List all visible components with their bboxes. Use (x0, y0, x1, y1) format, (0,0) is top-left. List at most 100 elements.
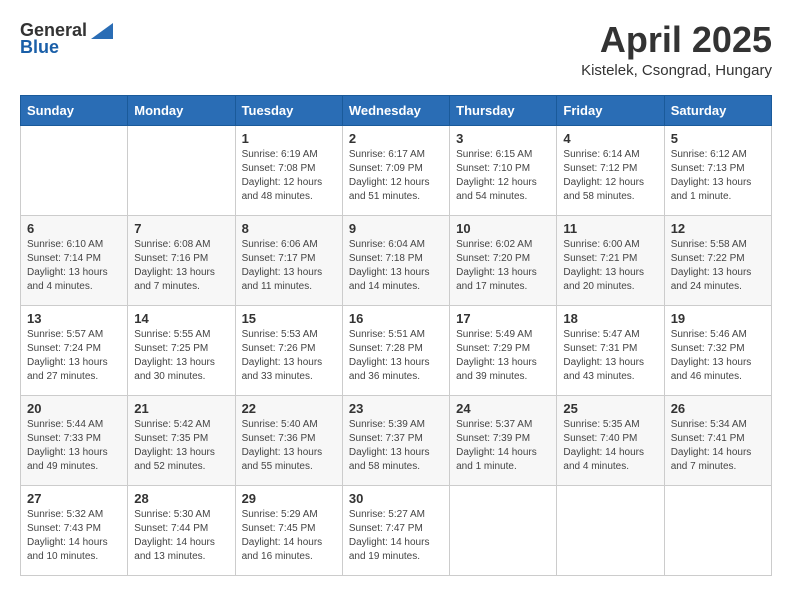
calendar-cell (450, 485, 557, 575)
logo: General Blue (20, 20, 113, 58)
day-number: 8 (242, 221, 336, 236)
logo-icon (91, 23, 113, 39)
day-info: Sunrise: 5:40 AM Sunset: 7:36 PM Dayligh… (242, 418, 336, 474)
day-info: Sunrise: 5:34 AM Sunset: 7:41 PM Dayligh… (671, 418, 765, 474)
calendar-week-row: 27Sunrise: 5:32 AM Sunset: 7:43 PM Dayli… (21, 485, 772, 575)
calendar-week-row: 6 Sunrise: 6:10 AM Sunset: 7:14 PM Daylig… (21, 215, 772, 305)
weekday-header: Friday (557, 95, 664, 125)
day-info: Sunrise: 5:44 AM Sunset: 7:33 PM Dayligh… (27, 418, 121, 474)
day-number: 30 (349, 491, 443, 506)
day-number: 14 (134, 311, 228, 326)
day-number: 11 (563, 221, 657, 236)
day-number: 12 (671, 221, 765, 236)
weekday-header-row: SundayMondayTuesdayWednesdayThursdayFrid… (21, 95, 772, 125)
calendar-week-row: 1 Sunrise: 6:19 AM Sunset: 7:08 PM Daylig… (21, 125, 772, 215)
day-number: 16 (349, 311, 443, 326)
calendar-cell: 7 Sunrise: 6:08 AM Sunset: 7:16 PM Daylig… (128, 215, 235, 305)
calendar-cell: 24 Sunrise: 5:37 AM Sunset: 7:39 PM Dayli… (450, 395, 557, 485)
calendar-cell: 22 Sunrise: 5:40 AM Sunset: 7:36 PM Dayli… (235, 395, 342, 485)
day-number: 2 (349, 131, 443, 146)
calendar-cell: 12 Sunrise: 5:58 AM Sunset: 7:22 PM Dayli… (664, 215, 771, 305)
weekday-header: Thursday (450, 95, 557, 125)
day-info: Sunrise: 6:08 AM Sunset: 7:16 PM Dayligh… (134, 238, 228, 294)
calendar-cell: 30 Sunrise: 5:27 AM Sunset: 7:47 PM Dayli… (342, 485, 449, 575)
calendar-week-row: 20 Sunrise: 5:44 AM Sunset: 7:33 PM Dayli… (21, 395, 772, 485)
day-number: 17 (456, 311, 550, 326)
page-header: General Blue April 2025 Kistelek, Csongr… (20, 20, 772, 79)
calendar-cell: 6 Sunrise: 6:10 AM Sunset: 7:14 PM Daylig… (21, 215, 128, 305)
day-number: 13 (27, 311, 121, 326)
day-number: 19 (671, 311, 765, 326)
calendar-cell: 20 Sunrise: 5:44 AM Sunset: 7:33 PM Dayli… (21, 395, 128, 485)
calendar-cell: 28Sunrise: 5:30 AM Sunset: 7:44 PM Dayli… (128, 485, 235, 575)
calendar-cell: 17 Sunrise: 5:49 AM Sunset: 7:29 PM Dayli… (450, 305, 557, 395)
day-info: Sunrise: 6:12 AM Sunset: 7:13 PM Dayligh… (671, 148, 765, 204)
location: Kistelek, Csongrad, Hungary (581, 62, 772, 79)
day-number: 10 (456, 221, 550, 236)
day-info: Sunrise: 5:57 AM Sunset: 7:24 PM Dayligh… (27, 328, 121, 384)
calendar-cell: 1 Sunrise: 6:19 AM Sunset: 7:08 PM Daylig… (235, 125, 342, 215)
calendar: SundayMondayTuesdayWednesdayThursdayFrid… (20, 95, 772, 576)
calendar-cell: 26 Sunrise: 5:34 AM Sunset: 7:41 PM Dayli… (664, 395, 771, 485)
calendar-cell: 13 Sunrise: 5:57 AM Sunset: 7:24 PM Dayli… (21, 305, 128, 395)
day-info: Sunrise: 5:53 AM Sunset: 7:26 PM Dayligh… (242, 328, 336, 384)
calendar-cell (128, 125, 235, 215)
day-number: 24 (456, 401, 550, 416)
day-info: Sunrise: 6:19 AM Sunset: 7:08 PM Dayligh… (242, 148, 336, 204)
calendar-cell: 29 Sunrise: 5:29 AM Sunset: 7:45 PM Dayli… (235, 485, 342, 575)
day-info: Sunrise: 5:47 AM Sunset: 7:31 PM Dayligh… (563, 328, 657, 384)
day-number: 7 (134, 221, 228, 236)
calendar-cell: 5 Sunrise: 6:12 AM Sunset: 7:13 PM Daylig… (664, 125, 771, 215)
month-title: April 2025 (581, 20, 772, 60)
day-info: Sunrise: 6:15 AM Sunset: 7:10 PM Dayligh… (456, 148, 550, 204)
weekday-header: Monday (128, 95, 235, 125)
day-info: Sunrise: 5:46 AM Sunset: 7:32 PM Dayligh… (671, 328, 765, 384)
calendar-cell: 27Sunrise: 5:32 AM Sunset: 7:43 PM Dayli… (21, 485, 128, 575)
calendar-cell: 9Sunrise: 6:04 AM Sunset: 7:18 PM Daylig… (342, 215, 449, 305)
day-number: 15 (242, 311, 336, 326)
day-number: 18 (563, 311, 657, 326)
calendar-cell (21, 125, 128, 215)
day-info: Sunrise: 5:29 AM Sunset: 7:45 PM Dayligh… (242, 508, 336, 564)
day-info: Sunrise: 6:14 AM Sunset: 7:12 PM Dayligh… (563, 148, 657, 204)
day-number: 23 (349, 401, 443, 416)
day-number: 29 (242, 491, 336, 506)
day-number: 1 (242, 131, 336, 146)
calendar-cell (557, 485, 664, 575)
day-number: 20 (27, 401, 121, 416)
day-info: Sunrise: 6:10 AM Sunset: 7:14 PM Dayligh… (27, 238, 121, 294)
day-info: Sunrise: 5:37 AM Sunset: 7:39 PM Dayligh… (456, 418, 550, 474)
day-number: 4 (563, 131, 657, 146)
calendar-week-row: 13 Sunrise: 5:57 AM Sunset: 7:24 PM Dayli… (21, 305, 772, 395)
calendar-cell: 21Sunrise: 5:42 AM Sunset: 7:35 PM Dayli… (128, 395, 235, 485)
day-number: 25 (563, 401, 657, 416)
title-area: April 2025 Kistelek, Csongrad, Hungary (581, 20, 772, 79)
day-number: 21 (134, 401, 228, 416)
day-number: 5 (671, 131, 765, 146)
calendar-cell: 18 Sunrise: 5:47 AM Sunset: 7:31 PM Dayli… (557, 305, 664, 395)
calendar-cell: 25Sunrise: 5:35 AM Sunset: 7:40 PM Dayli… (557, 395, 664, 485)
calendar-cell: 23Sunrise: 5:39 AM Sunset: 7:37 PM Dayli… (342, 395, 449, 485)
day-number: 26 (671, 401, 765, 416)
day-number: 6 (27, 221, 121, 236)
calendar-cell: 16Sunrise: 5:51 AM Sunset: 7:28 PM Dayli… (342, 305, 449, 395)
day-number: 22 (242, 401, 336, 416)
weekday-header: Sunday (21, 95, 128, 125)
day-info: Sunrise: 6:02 AM Sunset: 7:20 PM Dayligh… (456, 238, 550, 294)
calendar-cell: 4 Sunrise: 6:14 AM Sunset: 7:12 PM Daylig… (557, 125, 664, 215)
day-info: Sunrise: 5:55 AM Sunset: 7:25 PM Dayligh… (134, 328, 228, 384)
calendar-cell (664, 485, 771, 575)
weekday-header: Tuesday (235, 95, 342, 125)
calendar-cell: 11 Sunrise: 6:00 AM Sunset: 7:21 PM Dayli… (557, 215, 664, 305)
weekday-header: Saturday (664, 95, 771, 125)
day-number: 9 (349, 221, 443, 236)
day-info: Sunrise: 5:27 AM Sunset: 7:47 PM Dayligh… (349, 508, 443, 564)
calendar-cell: 19 Sunrise: 5:46 AM Sunset: 7:32 PM Dayli… (664, 305, 771, 395)
day-info: Sunrise: 6:00 AM Sunset: 7:21 PM Dayligh… (563, 238, 657, 294)
day-info: Sunrise: 5:58 AM Sunset: 7:22 PM Dayligh… (671, 238, 765, 294)
day-info: Sunrise: 5:30 AM Sunset: 7:44 PM Dayligh… (134, 508, 228, 564)
weekday-header: Wednesday (342, 95, 449, 125)
day-info: Sunrise: 5:49 AM Sunset: 7:29 PM Dayligh… (456, 328, 550, 384)
day-info: Sunrise: 6:06 AM Sunset: 7:17 PM Dayligh… (242, 238, 336, 294)
day-number: 3 (456, 131, 550, 146)
